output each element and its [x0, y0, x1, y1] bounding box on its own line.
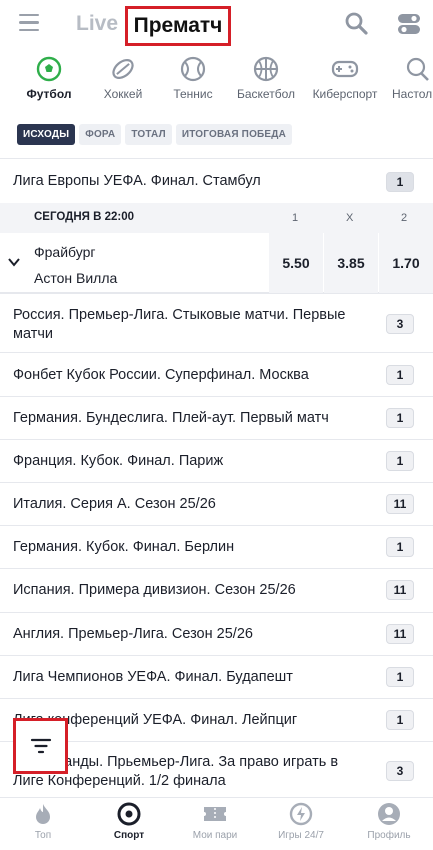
gamepad-icon — [331, 60, 359, 78]
sport-hockey[interactable]: Хоккей — [98, 52, 148, 101]
event-count-badge: 1 — [386, 667, 414, 687]
tab-live[interactable]: Live — [76, 12, 118, 36]
market-filter-chips: ИСХОДЫ ФОРА ТОТАЛ ИТОГОВАЯ ПОБЕДА — [17, 124, 293, 146]
event-count-badge: 3 — [386, 761, 414, 781]
sport-football[interactable]: Футбол — [24, 52, 74, 101]
sport-tennis[interactable]: Теннис — [168, 52, 218, 101]
chip-total[interactable]: ТОТАЛ — [125, 124, 172, 145]
team-away: Астон Вилла — [34, 270, 118, 286]
odd-button-2[interactable]: 1.70 — [379, 233, 433, 293]
event-count-badge: 11 — [386, 624, 414, 644]
match-date-header: СЕГОДНЯ В 22:00 1 X 2 — [0, 203, 433, 233]
league-row[interactable]: Россия. Премьер-Лига. Стыковые матчи. Пе… — [0, 293, 433, 352]
nav-sport[interactable]: Спорт — [86, 802, 172, 841]
flame-icon — [36, 804, 50, 824]
league-title: Испания. Примера дивизион. Сезон 25/26 — [13, 582, 296, 598]
filter-icon — [30, 738, 51, 754]
league-title: Франция. Кубок. Финал. Париж — [13, 453, 224, 469]
event-count-badge: 1 — [386, 537, 414, 557]
odd-button-x[interactable]: 3.85 — [324, 233, 378, 293]
table-tennis-icon — [406, 57, 429, 81]
sport-table-games[interactable]: Настол — [392, 52, 433, 101]
chip-outcomes[interactable]: ИСХОДЫ — [17, 124, 76, 145]
league-row[interactable]: Испания. Примера дивизион. Сезон 25/26 1… — [0, 568, 433, 612]
league-row[interactable]: Германия. Бундеслига. Плей-аут. Первый м… — [0, 396, 433, 439]
nav-profile[interactable]: Профиль — [346, 802, 432, 841]
basketball-icon — [253, 56, 279, 82]
team-home: Фрайбург — [34, 244, 96, 260]
event-count-badge: 1 — [386, 451, 414, 471]
event-count-badge: 11 — [386, 580, 414, 600]
league-title: Лига Чемпионов УЕФА. Финал. Будапешт — [13, 669, 293, 685]
sport-basketball[interactable]: Баскетбол — [232, 52, 300, 101]
league-row[interactable]: Лига Чемпионов УЕФА. Финал. Будапешт 1 — [0, 655, 433, 698]
football-icon — [36, 56, 62, 82]
event-count-badge: 1 — [386, 365, 414, 385]
match-date: СЕГОДНЯ В 22:00 — [34, 211, 135, 223]
sport-label: Настол — [392, 87, 433, 101]
event-count-badge: 1 — [386, 710, 414, 730]
col-header-1: 1 — [292, 212, 299, 224]
match-row[interactable]: Фрайбург Астон Вилла 5.50 3.85 1.70 — [0, 233, 433, 293]
league-row-featured[interactable]: Лига Европы УЕФА. Финал. Стамбул 1 — [0, 158, 433, 203]
sport-label: Киберспорт — [312, 87, 378, 101]
league-title: Германия. Кубок. Финал. Берлин — [13, 539, 235, 555]
league-title: Италия. Серия А. Сезон 25/26 — [13, 496, 216, 512]
hockey-puck-icon — [112, 59, 134, 79]
event-count-badge: 1 — [386, 172, 414, 192]
chevron-down-icon[interactable] — [7, 255, 21, 269]
nav-label: Спорт — [113, 830, 145, 841]
league-row[interactable]: Италия. Серия А. Сезон 25/26 11 — [0, 482, 433, 525]
nav-label: Профиль — [367, 830, 411, 841]
lightning-icon — [289, 802, 313, 826]
event-count-badge: 3 — [386, 314, 414, 334]
event-count-badge: 11 — [386, 494, 414, 514]
league-title: Россия. Премьер-Лига. Стыковые матчи. Пе… — [13, 307, 346, 342]
tennis-ball-icon — [180, 56, 206, 82]
sport-label: Хоккей — [103, 87, 143, 101]
nav-label: Игры 24/7 — [278, 830, 324, 841]
sport-esports[interactable]: Киберспорт — [306, 52, 384, 101]
settings-toggle-icon[interactable] — [396, 11, 422, 37]
league-row[interactable]: Англия. Премьер-Лига. Сезон 25/26 11 — [0, 612, 433, 655]
league-title: Фонбет Кубок России. Суперфинал. Москва — [13, 367, 309, 383]
sport-label: Баскетбол — [237, 87, 295, 101]
league-title: Германия. Бундеслига. Плей-аут. Первый м… — [13, 410, 329, 426]
nav-label: Мои пари — [192, 830, 238, 841]
league-row[interactable]: Фонбет Кубок России. Суперфинал. Москва … — [0, 352, 433, 396]
search-icon[interactable] — [344, 11, 370, 37]
header: Live Прематч — [0, 0, 433, 52]
chip-final-win[interactable]: ИТОГОВАЯ ПОБЕДА — [175, 124, 293, 145]
col-header-x: X — [346, 212, 354, 224]
league-row[interactable]: Франция. Кубок. Финал. Париж 1 — [0, 439, 433, 482]
nav-games[interactable]: Игры 24/7 — [258, 802, 344, 841]
sport-label: Теннис — [173, 87, 213, 101]
nav-top[interactable]: Топ — [0, 802, 86, 841]
profile-icon — [378, 803, 400, 825]
event-count-badge: 1 — [386, 408, 414, 428]
sport-label: Футбол — [26, 87, 72, 101]
col-header-2: 2 — [401, 212, 408, 224]
ticket-icon — [204, 807, 226, 821]
chip-handicap[interactable]: ФОРА — [79, 124, 122, 145]
nav-label: Топ — [34, 830, 52, 841]
menu-icon[interactable] — [19, 14, 39, 32]
nav-my-bets[interactable]: Мои пари — [172, 802, 258, 841]
league-title: Лига Европы УЕФА. Финал. Стамбул — [13, 173, 261, 189]
sport-target-icon — [117, 802, 141, 826]
league-title: Англия. Премьер-Лига. Сезон 25/26 — [13, 626, 253, 642]
bottom-nav: Топ Спорт Мои пари Игры 24/7 Профиль — [0, 797, 433, 850]
sports-row: Футбол Хоккей Теннис Баскетбол Киберспор… — [0, 52, 433, 112]
odd-button-1[interactable]: 5.50 — [269, 233, 323, 293]
tab-prematch[interactable]: Прематч — [125, 6, 231, 46]
filter-button[interactable] — [13, 718, 68, 774]
league-row[interactable]: Германия. Кубок. Финал. Берлин 1 — [0, 525, 433, 568]
